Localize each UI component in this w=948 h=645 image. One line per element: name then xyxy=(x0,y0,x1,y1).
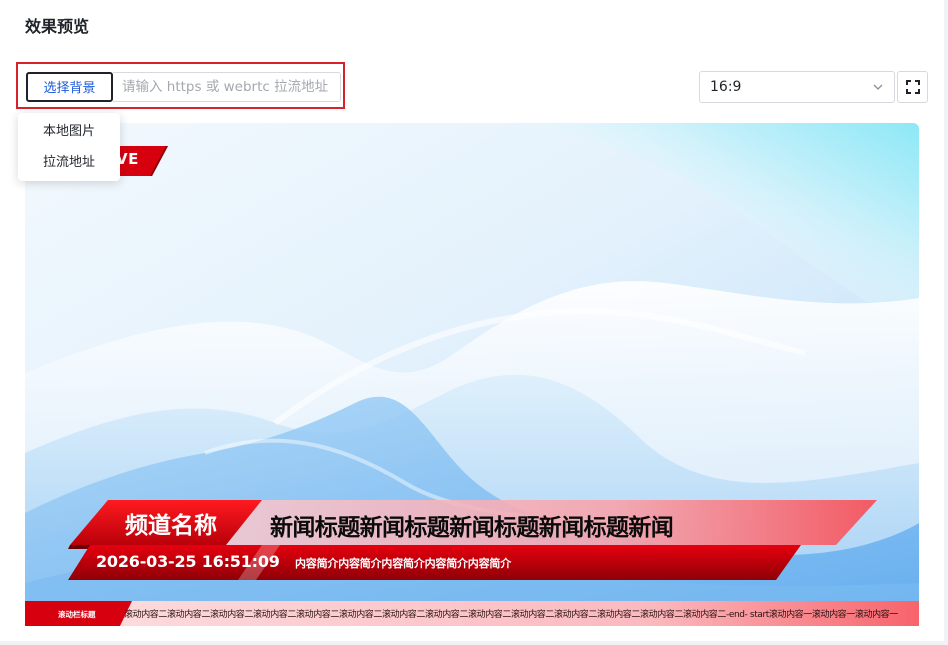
background-image xyxy=(25,123,919,626)
aspect-ratio-select[interactable]: 16:9 xyxy=(699,71,895,103)
news-headline: 新闻标题新闻标题新闻标题新闻标题新闻 xyxy=(270,515,674,541)
preview-panel: 效果预览 选择背景 16:9 xyxy=(0,0,944,641)
ticker-content: 滚动内容二滚动内容二滚动内容二滚动内容二滚动内容二滚动内容二滚动内容二滚动内容二… xyxy=(124,610,898,620)
aspect-ratio-value: 16:9 xyxy=(710,79,742,95)
fullscreen-button[interactable] xyxy=(897,71,928,103)
fullscreen-icon xyxy=(906,80,920,94)
menu-item-local-image[interactable]: 本地图片 xyxy=(18,117,120,147)
stream-url-input[interactable] xyxy=(113,72,341,102)
preview-canvas xyxy=(25,123,919,626)
menu-item-stream-url[interactable]: 拉流地址 xyxy=(18,148,120,178)
content-summary: 内容简介内容简介内容简介内容简介内容简介 xyxy=(295,557,511,570)
broadcast-datetime: 2026-03-25 16:51:09 xyxy=(96,552,280,571)
chevron-down-icon xyxy=(873,84,883,90)
ticker-title: 滚动栏标题 xyxy=(58,610,96,619)
background-source-menu: 本地图片 拉流地址 xyxy=(18,113,120,181)
page-title: 效果预览 xyxy=(25,17,90,36)
panel-edge-bottom xyxy=(0,641,948,645)
select-background-button[interactable]: 选择背景 xyxy=(26,72,113,102)
panel-edge-right xyxy=(944,0,948,645)
channel-name: 频道名称 xyxy=(125,513,217,539)
